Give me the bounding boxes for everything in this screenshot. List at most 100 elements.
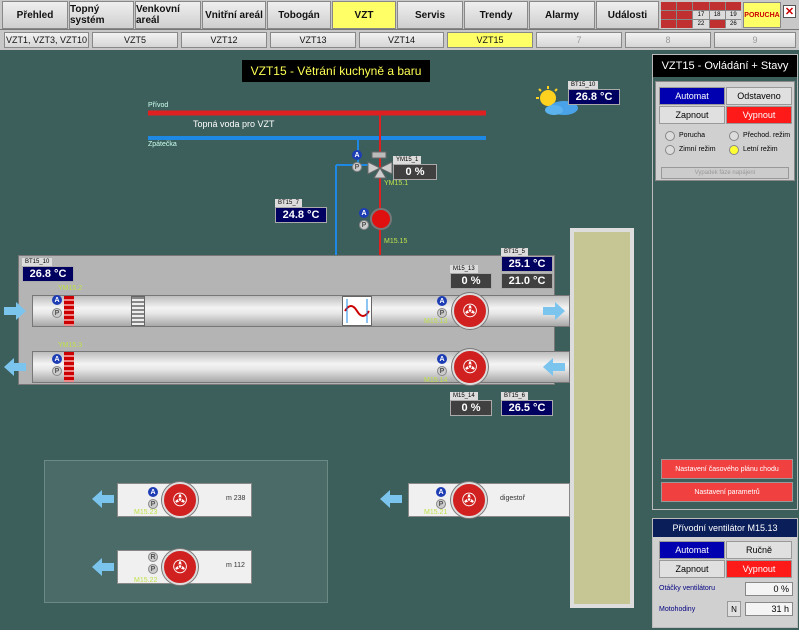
fan-automat-button[interactable]: Automat <box>659 541 725 559</box>
manual-badge: P <box>436 499 446 509</box>
prechod-label: Přechod. režim <box>743 132 791 139</box>
alarm-cell <box>677 11 693 19</box>
manual-badge: R <box>148 552 158 562</box>
manual-badge: P <box>148 499 158 509</box>
otacky-value: 0 % <box>745 582 793 596</box>
casovy-plan-button[interactable]: Nastavení časového plánu chodu <box>661 459 793 479</box>
alarm-cell <box>709 20 725 28</box>
m15-13-tag: M15.13 <box>424 318 448 325</box>
arrow-left-icon <box>92 558 114 576</box>
alarm-cell <box>725 2 741 10</box>
letni-label: Letní režim <box>743 146 778 153</box>
damper-icon[interactable] <box>64 352 74 382</box>
m15-14-tag: M15.14 <box>424 377 448 384</box>
control-panel-title: VZT15 - Ovládání + Stavy <box>653 55 797 77</box>
bt15-7-value: 24.8 °C <box>275 207 327 223</box>
fan-icon[interactable]: ✇ <box>452 293 488 329</box>
zimni-indicator <box>665 145 675 155</box>
automat-button[interactable]: Automat <box>659 87 725 105</box>
odstaveno-button[interactable]: Odstaveno <box>726 87 792 105</box>
heater-icon <box>342 296 372 326</box>
valve-icon[interactable] <box>366 150 394 180</box>
vypadek-fazi-button: Vypadek fáze napájení <box>661 167 789 179</box>
fan-icon[interactable]: ✇ <box>162 549 198 585</box>
porucha-label: Porucha <box>679 132 706 139</box>
alarm-cell: 22 <box>693 20 709 28</box>
manual-badge: P <box>148 564 158 574</box>
bt15-10-left-label: BT15_10 <box>22 258 53 266</box>
fan-icon[interactable]: ✇ <box>452 349 488 385</box>
auto-badge: A <box>148 487 158 497</box>
arrow-left-icon <box>543 358 565 376</box>
alarm-cell: 19 <box>725 11 741 19</box>
m112-label: m 112 <box>226 562 245 569</box>
m15-22-tag: M15.22 <box>134 577 158 584</box>
alarm-cell <box>693 2 709 10</box>
manual-badge: P <box>437 366 447 376</box>
m15-14-value: 0 % <box>450 400 492 416</box>
parametry-button[interactable]: Nastavení parametrů <box>661 482 793 502</box>
motohodiny-value: 31 h <box>745 602 793 616</box>
exhaust-duct <box>32 351 570 383</box>
pump-icon[interactable] <box>370 208 392 230</box>
auto-badge: A <box>437 354 447 364</box>
m15-15-tag: M15.15 <box>384 238 408 245</box>
auto-badge: A <box>52 354 62 364</box>
motohodiny-label: Motohodiny <box>659 606 696 613</box>
bt15-7-label: BT15_7 <box>275 199 303 207</box>
alarm-grid[interactable]: 17 18 19 22 26 <box>661 2 741 28</box>
ym15-2-tag: YM15.2 <box>58 285 83 292</box>
prechod-indicator <box>729 131 739 141</box>
bt15-5-label: BT15_5 <box>501 248 529 256</box>
zimni-label: Zimní režim <box>679 146 716 153</box>
alarm-cell <box>661 11 677 19</box>
bt15-5-value: 25.1 °C <box>501 256 553 272</box>
subtab-9[interactable]: 9 <box>714 32 796 48</box>
fan-zapnout-button[interactable]: Zapnout <box>659 560 725 578</box>
zpatecka-label: Zpátečka <box>148 141 177 148</box>
storage-tank <box>570 228 634 608</box>
bt15-10-top-value: 26.8 °C <box>568 89 620 105</box>
alarm-cell <box>661 20 677 28</box>
bt15-10-left-value: 26.8 °C <box>22 266 74 282</box>
porucha-indicator <box>665 131 675 141</box>
fan-panel: Přívodní ventilátor M15.13 Automat Ručně… <box>652 518 798 628</box>
manual-badge: P <box>437 308 447 318</box>
filter-icon <box>131 296 145 326</box>
ym15-1-tag: YM15.1 <box>384 180 409 187</box>
manual-badge: P <box>359 220 369 230</box>
digestor-label: digestoř <box>500 495 525 502</box>
supply-duct <box>32 295 570 327</box>
porucha-button[interactable]: PORUCHA <box>743 2 781 28</box>
alarm-cell <box>661 2 677 10</box>
manual-badge: P <box>52 308 62 318</box>
arrow-right-icon <box>4 302 26 320</box>
fan-vypnout-button[interactable]: Vypnout <box>726 560 792 578</box>
arrow-left-icon <box>380 490 402 508</box>
motohodiny-reset-button[interactable]: N <box>727 601 741 617</box>
close-icon[interactable]: ✕ <box>783 5 796 18</box>
fan-panel-title: Přívodní ventilátor M15.13 <box>653 519 797 537</box>
alarm-cell <box>709 2 725 10</box>
arrow-left-icon <box>4 358 26 376</box>
otacky-label: Otáčky ventilátoru <box>659 585 716 592</box>
auto-badge: A <box>359 208 369 218</box>
vypnout-button[interactable]: Vypnout <box>726 106 792 124</box>
bt15-6-value: 26.5 °C <box>501 400 553 416</box>
m238-label: m 238 <box>226 495 246 502</box>
m15-13-value: 0 % <box>450 273 492 289</box>
alarm-cell <box>677 2 693 10</box>
alarm-cell: 17 <box>693 11 709 19</box>
alarm-cell: 18 <box>709 11 725 19</box>
auto-badge: A <box>436 487 446 497</box>
manual-badge: P <box>352 162 362 172</box>
bt15-6-label: BT15_6 <box>501 392 529 400</box>
alarm-cell <box>677 20 693 28</box>
zapnout-button[interactable]: Zapnout <box>659 106 725 124</box>
fan-rucne-button[interactable]: Ručně <box>726 541 792 559</box>
fan-icon[interactable]: ✇ <box>162 482 198 518</box>
damper-icon[interactable] <box>64 296 74 326</box>
manual-badge: P <box>52 366 62 376</box>
bt15-5-value2: 21.0 °C <box>501 273 553 289</box>
fan-icon[interactable]: ✇ <box>451 482 487 518</box>
